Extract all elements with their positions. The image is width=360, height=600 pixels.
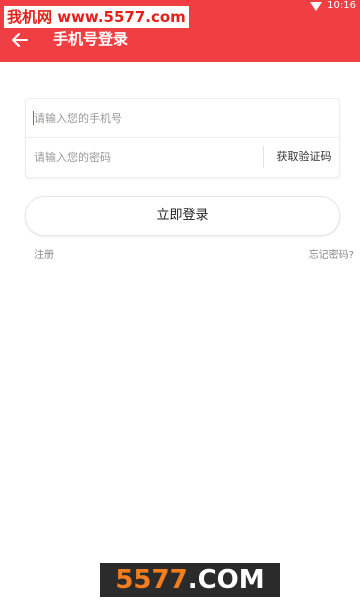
arrow-left-icon bbox=[12, 33, 28, 47]
register-link[interactable]: 注册 bbox=[34, 246, 54, 261]
login-form: 获取验证码 bbox=[25, 98, 340, 178]
watermark-suffix: .COM bbox=[187, 565, 265, 595]
back-button[interactable] bbox=[8, 28, 32, 52]
status-time: 10:16 bbox=[327, 0, 356, 11]
divider bbox=[263, 146, 264, 168]
code-field-row: 获取验证码 bbox=[26, 138, 339, 176]
get-code-button[interactable]: 获取验证码 bbox=[272, 138, 336, 176]
phone-field-row bbox=[26, 99, 339, 138]
code-input[interactable] bbox=[34, 138, 254, 176]
forgot-password-link[interactable]: 忘记密码? bbox=[309, 246, 354, 261]
watermark-bottom: 5577.COM bbox=[100, 563, 280, 597]
wifi-icon bbox=[310, 1, 323, 11]
page-title: 手机号登录 bbox=[53, 30, 129, 48]
login-screen: 10:16 手机号登录 我机网 www.5577.com 获取验证码 立即登录 … bbox=[0, 0, 360, 600]
phone-input[interactable] bbox=[34, 99, 324, 137]
login-button[interactable]: 立即登录 bbox=[25, 196, 340, 236]
watermark-number: 5577 bbox=[115, 565, 188, 595]
watermark-top: 我机网 www.5577.com bbox=[4, 6, 189, 28]
status-icons: 10:16 bbox=[310, 0, 356, 12]
